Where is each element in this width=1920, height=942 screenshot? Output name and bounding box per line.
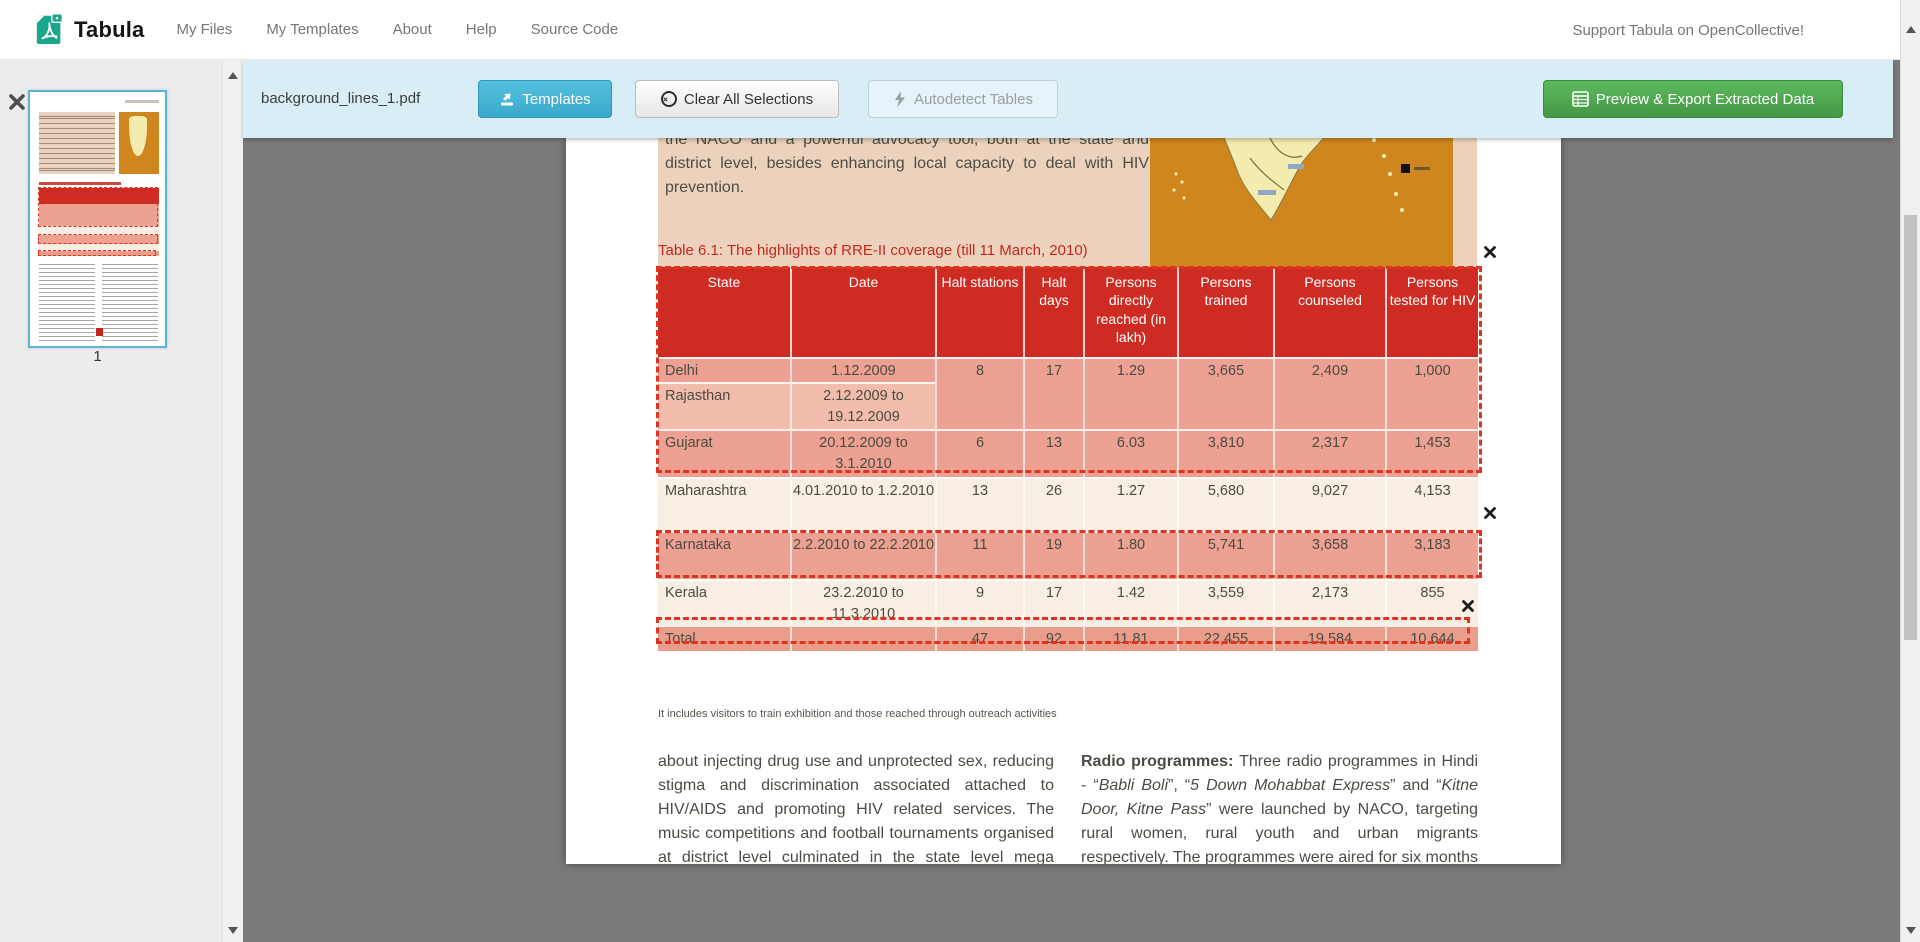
- support-link[interactable]: Support Tabula on OpenCollective!: [1572, 0, 1804, 60]
- body-text-right-column: Radio programmes: Three radio programmes…: [1081, 750, 1478, 864]
- templates-icon: [499, 91, 515, 107]
- selection-box[interactable]: [656, 617, 1470, 644]
- remove-page-icon[interactable]: [8, 93, 26, 111]
- brand-title: Tabula: [74, 17, 144, 43]
- scrollbar-thumb[interactable]: [1904, 215, 1917, 640]
- nav-item-about[interactable]: About: [393, 21, 432, 38]
- current-filename: background_lines_1.pdf: [261, 60, 420, 138]
- selection-box[interactable]: [656, 530, 1482, 578]
- tabula-app: Tabula My Files My Templates About Help …: [0, 0, 1920, 942]
- thumb-header-line: [125, 100, 159, 103]
- thumb-text-left: [39, 264, 95, 342]
- nav-item-my-files[interactable]: My Files: [176, 21, 232, 38]
- scroll-down-icon[interactable]: [1906, 927, 1916, 934]
- main-area: background_lines_1.pdf Templates Clear A…: [243, 60, 1900, 942]
- pdf-table-cell: 26: [1023, 477, 1083, 531]
- pdf-table-cell: 13: [935, 477, 1023, 531]
- lightning-bolt-icon: [893, 91, 907, 107]
- navbar: Tabula My Files My Templates About Help …: [0, 0, 1900, 60]
- thumb-text-right: [102, 264, 158, 342]
- thumb-page-badge: [96, 328, 103, 336]
- scroll-up-icon[interactable]: [228, 72, 238, 79]
- pdf-page[interactable]: can access the services, without fear an…: [566, 138, 1561, 864]
- page-thumbnail[interactable]: [28, 90, 167, 348]
- intro-paragraph: can access the services, without fear an…: [665, 138, 1149, 200]
- table-title: Table 6.1: The highlights of RRE-II cove…: [658, 242, 1088, 259]
- india-map: [1150, 138, 1453, 270]
- nav-item-my-templates[interactable]: My Templates: [266, 21, 358, 38]
- pdf-table-cell: 4,153: [1385, 477, 1478, 531]
- thumb-map: [119, 112, 159, 174]
- clear-selections-icon: [661, 91, 677, 107]
- pdf-table-cell: 4.01.2010 to 1.2.2010: [790, 477, 935, 531]
- selection-close-icon[interactable]: [1483, 245, 1497, 259]
- sidebar: 1: [0, 60, 243, 942]
- scroll-down-icon[interactable]: [228, 927, 238, 934]
- clear-all-selections-button[interactable]: Clear All Selections: [635, 80, 839, 118]
- thumbnail-page-number: 1: [28, 348, 167, 365]
- selection-close-icon[interactable]: [1461, 599, 1475, 613]
- nav-item-help[interactable]: Help: [466, 21, 497, 38]
- pdf-table-cell: 5,680: [1177, 477, 1273, 531]
- tabula-logo-icon: [34, 8, 66, 51]
- preview-export-button[interactable]: Preview & Export Extracted Data: [1543, 80, 1843, 118]
- window-scrollbar[interactable]: [1900, 0, 1920, 942]
- thumb-table-title: [39, 182, 121, 185]
- nav-links: My Files My Templates About Help Source …: [176, 21, 652, 38]
- pdf-table-cell: Maharashtra: [658, 477, 790, 531]
- scroll-up-icon[interactable]: [1906, 26, 1916, 33]
- brand[interactable]: Tabula: [34, 8, 144, 51]
- export-table-icon: [1572, 91, 1589, 107]
- pdf-table-row: Maharashtra4.01.2010 to 1.2.201013261.27…: [658, 477, 1478, 531]
- selection-box[interactable]: [656, 266, 1482, 473]
- pdf-table-cell: 1.27: [1083, 477, 1177, 531]
- body-text-left-column: about injecting drug use and unprotected…: [658, 750, 1054, 864]
- pdf-table-cell: 9,027: [1273, 477, 1385, 531]
- thumb-intro-block: [39, 112, 115, 174]
- table-footnote: It includes visitors to train exhibition…: [658, 708, 1057, 720]
- thumb-table: [39, 188, 159, 256]
- nav-item-source-code[interactable]: Source Code: [531, 21, 619, 38]
- selection-close-icon[interactable]: [1483, 506, 1497, 520]
- autodetect-tables-button[interactable]: Autodetect Tables: [868, 80, 1058, 118]
- toolbar: background_lines_1.pdf Templates Clear A…: [243, 60, 1893, 138]
- templates-button[interactable]: Templates: [478, 80, 612, 118]
- sidebar-scrollbar[interactable]: [222, 60, 243, 942]
